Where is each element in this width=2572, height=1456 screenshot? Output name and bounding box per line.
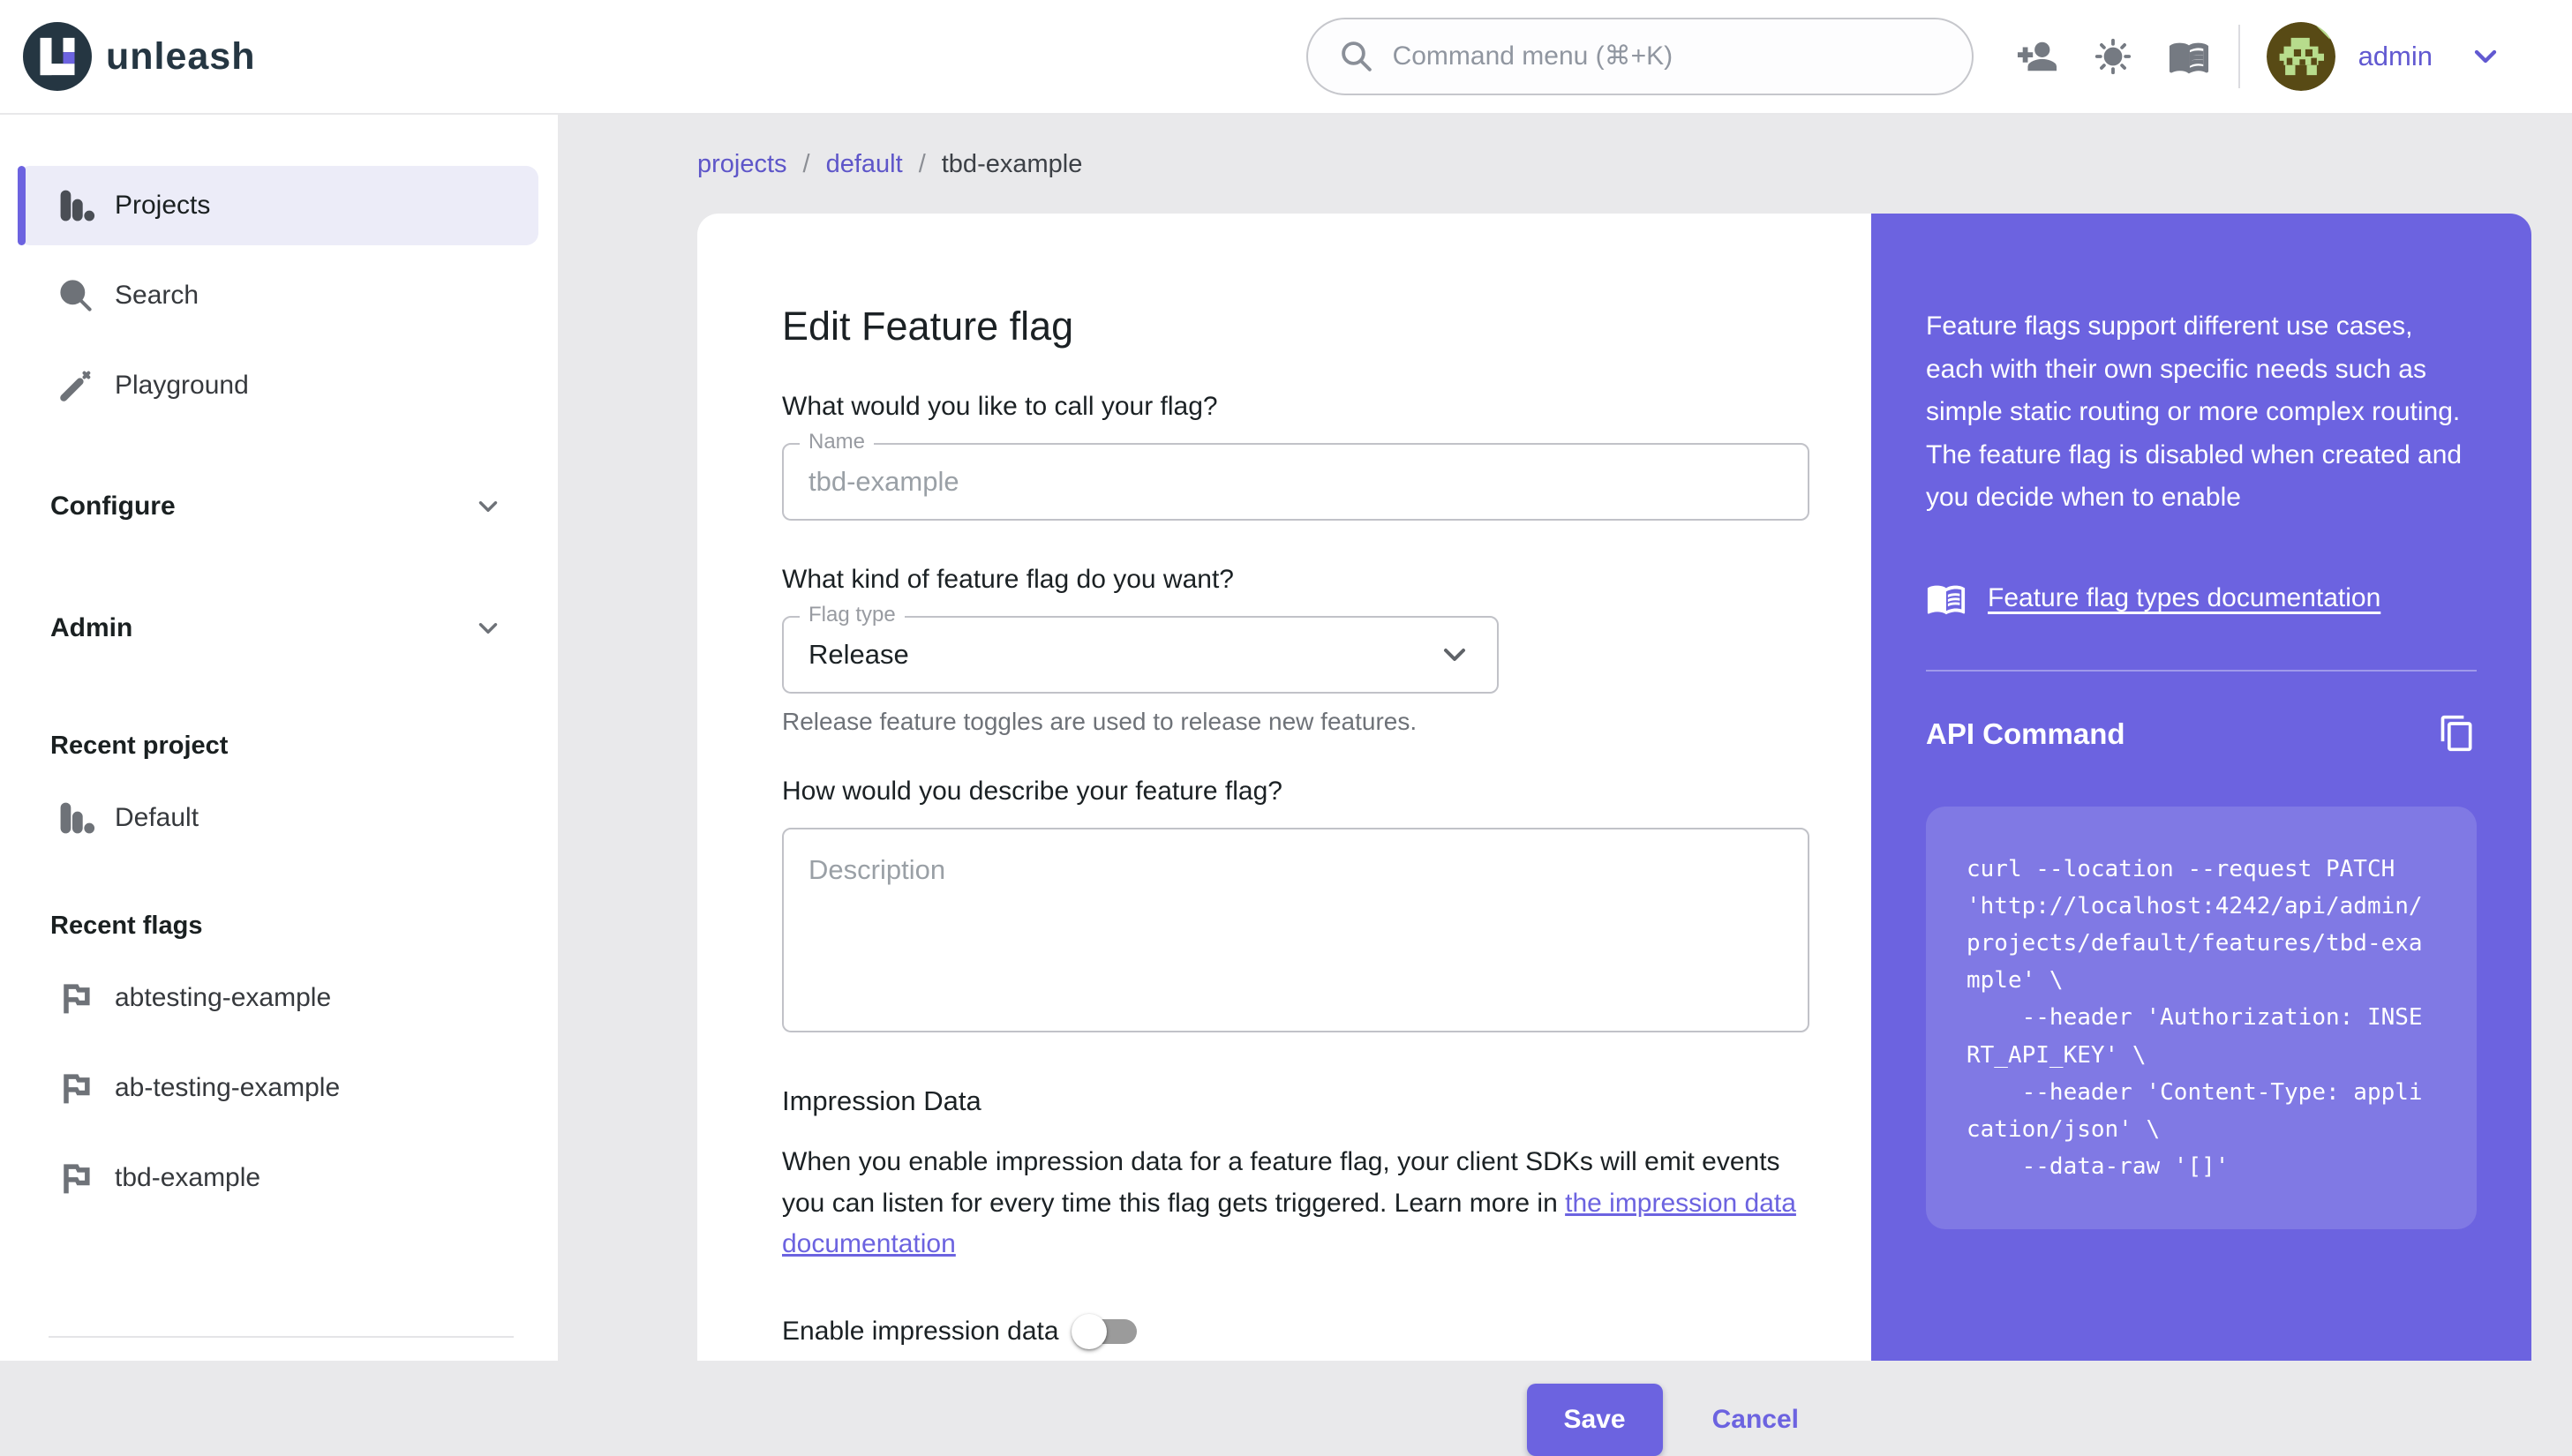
sidebar-item-playground[interactable]: Playground <box>18 346 538 425</box>
description-question: How would you describe your feature flag… <box>782 777 1282 806</box>
flag-icon <box>64 1164 90 1194</box>
sidebar-item-label: Search <box>115 281 199 310</box>
sun-icon <box>2094 38 2131 75</box>
projects-icon <box>60 190 95 221</box>
sidebar-item-default-project[interactable]: Default <box>18 778 538 858</box>
flag-type-select[interactable]: Flag type Release <box>782 603 1499 694</box>
breadcrumb-separator: / <box>918 149 926 178</box>
book-icon <box>2169 42 2208 74</box>
logo-text: unleash <box>106 34 256 78</box>
flag-type-value: Release <box>808 639 909 670</box>
user-menu[interactable]: admin <box>2266 22 2503 91</box>
chevron-down-icon[interactable] <box>2468 39 2503 74</box>
toggle-knob <box>1071 1313 1107 1349</box>
sidebar-group-label: Admin <box>50 613 133 642</box>
cancel-button[interactable]: Cancel <box>1712 1405 1799 1435</box>
flag-type-label: Flag type <box>800 603 905 627</box>
impression-data-text: When you enable impression data for a fe… <box>782 1142 1809 1265</box>
search-icon <box>1341 41 1372 71</box>
flag-icon <box>64 1074 90 1104</box>
flag-icon <box>64 984 90 1014</box>
info-panel: Feature flags support different use case… <box>1871 214 2531 1361</box>
command-menu-input[interactable] <box>1392 41 1942 71</box>
projects-icon <box>60 802 95 834</box>
avatar <box>2266 22 2335 91</box>
sidebar-group-label: Configure <box>50 492 176 521</box>
main-content: projects / default / tbd-example Edit Fe… <box>558 115 2572 1456</box>
person-add-icon <box>2017 41 2057 71</box>
sidebar-item-label: abtesting-example <box>115 983 332 1012</box>
panel-divider <box>1926 669 2477 672</box>
book-icon <box>1927 585 1966 615</box>
name-question: What would you like to call your flag? <box>782 392 1218 421</box>
sidebar-item-flag-ab-testing-example[interactable]: ab-testing-example <box>18 1048 538 1128</box>
sidebar-item-flag-tbd-example[interactable]: tbd-example <box>18 1138 538 1218</box>
breadcrumb: projects / default / tbd-example <box>697 115 2531 214</box>
user-name: admin <box>2358 41 2433 71</box>
theme-toggle-button[interactable] <box>2081 25 2145 88</box>
header-icons <box>2005 25 2221 88</box>
breadcrumb-separator: / <box>802 149 810 178</box>
unleash-logo-icon <box>23 22 92 91</box>
breadcrumb-projects-link[interactable]: projects <box>697 150 787 179</box>
edit-feature-flag-form: Edit Feature flag What would you like to… <box>697 214 1871 1456</box>
sidebar-divider <box>49 1336 514 1338</box>
sidebar-item-projects[interactable]: Projects <box>18 166 538 245</box>
flag-type-question: What kind of feature flag do you want? <box>782 565 1234 594</box>
breadcrumb-default-link[interactable]: default <box>826 150 903 179</box>
sidebar: Projects Search Playground Configure Adm… <box>0 115 558 1361</box>
sidebar-item-flag-abtesting-example[interactable]: abtesting-example <box>18 958 538 1038</box>
form-actions: Save Cancel <box>782 1383 1809 1456</box>
save-button[interactable]: Save <box>1526 1383 1663 1456</box>
sidebar-item-label: ab-testing-example <box>115 1073 341 1102</box>
top-header: unleash Command menu (⌘+K) admin <box>0 0 2572 115</box>
sidebar-item-label: Playground <box>115 371 249 400</box>
breadcrumb-current: tbd-example <box>941 149 1083 178</box>
name-field-label: Name <box>800 430 875 454</box>
feature-flag-types-doc-row[interactable]: Feature flag types documentation <box>1926 578 2477 619</box>
documentation-button[interactable] <box>2157 25 2221 88</box>
copy-icon <box>2440 715 2472 752</box>
sidebar-item-label: Projects <box>115 191 211 220</box>
copy-api-command-button[interactable] <box>2438 714 2477 755</box>
recent-project-title: Recent project <box>50 731 229 760</box>
description-input[interactable] <box>782 828 1809 1032</box>
impression-data-toggle[interactable] <box>1071 1310 1140 1354</box>
api-command-header: API Command <box>1926 714 2477 755</box>
chevron-down-icon <box>1444 649 1465 661</box>
sidebar-item-search[interactable]: Search <box>18 256 538 335</box>
chevron-down-icon <box>478 623 498 634</box>
chevron-down-icon <box>478 501 498 512</box>
page-title: Edit Feature flag <box>782 304 1074 349</box>
name-field-wrapper: Name <box>782 430 1809 521</box>
search-icon <box>60 280 92 311</box>
api-command-title: API Command <box>1926 717 2125 751</box>
api-command-code[interactable]: curl --location --request PATCH 'http://… <box>1926 806 2477 1229</box>
page: unleash Command menu (⌘+K) admin Project… <box>0 0 2572 1456</box>
impression-toggle-label: Enable impression data <box>782 1316 1059 1346</box>
flag-type-helper: Release feature toggles are used to rele… <box>782 708 1418 735</box>
header-divider <box>2237 25 2240 88</box>
sidebar-group-admin[interactable]: Admin <box>18 593 538 664</box>
unleash-logo[interactable]: unleash <box>23 22 256 91</box>
invite-user-button[interactable] <box>2005 25 2069 88</box>
command-menu[interactable] <box>1305 18 1974 95</box>
feature-flag-types-doc-link[interactable]: Feature flag types documentation <box>1988 583 2380 613</box>
wand-icon <box>60 371 91 402</box>
sidebar-item-label: tbd-example <box>115 1163 261 1192</box>
sidebar-group-configure[interactable]: Configure <box>18 471 538 542</box>
impression-data-title: Impression Data <box>782 1085 981 1116</box>
impression-toggle-row: Enable impression data <box>782 1310 1809 1354</box>
sidebar-item-label: Default <box>115 803 199 832</box>
recent-flags-title: Recent flags <box>50 911 203 940</box>
name-input[interactable] <box>808 466 1783 498</box>
info-description: Feature flags support different use case… <box>1926 311 2463 513</box>
